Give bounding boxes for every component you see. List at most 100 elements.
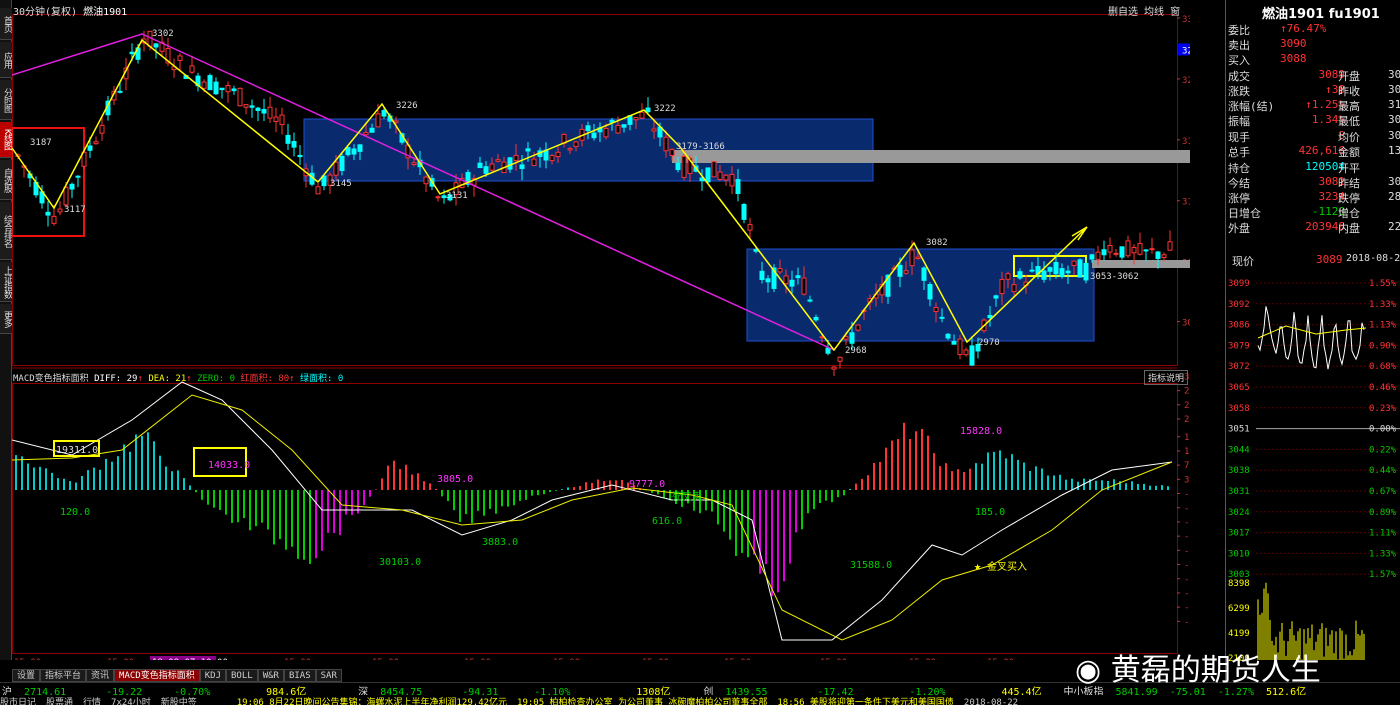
candle <box>813 316 819 321</box>
left-tab-7[interactable]: 更多 <box>0 304 12 334</box>
news-item-8[interactable]: 2018-08-22 <box>964 698 1018 705</box>
left-tab-6[interactable]: 上证指数 <box>0 262 12 302</box>
candle <box>837 356 843 362</box>
candle <box>651 128 657 132</box>
quote-cell: 昨收 <box>1338 85 1360 98</box>
left-tab-0[interactable]: 首页 <box>0 8 12 40</box>
mini-left-tick: 3017 <box>1228 529 1250 539</box>
mini-right-tick: 0.89% <box>1369 508 1397 518</box>
candle <box>69 183 75 190</box>
current-price: 3089 <box>1316 253 1343 266</box>
bottom-tab-7[interactable]: BIAS <box>283 669 316 682</box>
left-tab-5[interactable]: 综合排名 <box>0 202 12 260</box>
news-item-6[interactable]: 19:05 柏柏检查办公室 为公司董事 冰碗魔柏柏公司董事全部 <box>517 698 767 705</box>
candle <box>831 366 837 370</box>
bottom-tab-6[interactable]: W&R <box>257 669 284 682</box>
candle <box>783 275 789 285</box>
bottom-tab-0[interactable]: 设置 <box>12 669 41 682</box>
mini-left-tick: 3065 <box>1228 383 1250 393</box>
news-item-4[interactable]: 新股中签 <box>161 698 197 705</box>
candle <box>1143 249 1149 252</box>
bottom-tab-1[interactable]: 指标平台 <box>40 669 87 682</box>
news-item-2[interactable]: 行情 <box>83 698 101 705</box>
mini-left-tick: 3058 <box>1228 404 1250 414</box>
price-tick: 3259 <box>1182 76 1190 86</box>
candle <box>1155 251 1161 259</box>
intraday-mini-chart[interactable]: 3099 3092 3086 3079 3072 3065 3058 3051 3044 3038… <box>1226 268 1400 688</box>
bottom-tab-2[interactable]: 资讯 <box>86 669 115 682</box>
candle <box>729 173 735 187</box>
macd-tick: -1 <box>1184 490 1190 500</box>
candle <box>807 299 813 302</box>
candle <box>681 155 687 178</box>
quote-cell: 持仓 <box>1228 162 1250 175</box>
peak-label: 3226 <box>396 101 418 111</box>
mini-avg-line <box>1257 325 1367 339</box>
candle <box>777 268 783 273</box>
quote-cell: 卖出 <box>1228 39 1250 52</box>
news-item-7[interactable]: 18:56 美股将迎第一条件下美元和美国国债 <box>777 698 954 705</box>
left-tab-4[interactable]: 自选股 <box>0 160 12 200</box>
candle <box>291 141 297 148</box>
left-tab-3[interactable]: K线图 <box>0 122 12 158</box>
news-item-0[interactable]: 股市日记 <box>0 698 36 705</box>
candle <box>801 277 807 295</box>
quote-cell: 涨幅(结) <box>1228 100 1275 113</box>
bottom-tab-3[interactable]: MACD变色指标面积 <box>114 669 200 682</box>
bottom-tab-8[interactable]: SAR <box>315 669 342 682</box>
candle <box>177 55 183 61</box>
left-tab-1[interactable]: 应用 <box>0 42 12 78</box>
mini-left-tick: 3099 <box>1228 279 1250 289</box>
mini-left-tick: 3086 <box>1228 321 1250 331</box>
area-value: 19311.0 <box>56 445 98 456</box>
area-value: 616.0 <box>652 516 682 527</box>
kline-chart[interactable]: 3321328932593197313530733012 31873302322… <box>11 0 1204 668</box>
candle <box>531 158 537 166</box>
zone-label: 3053-3062 <box>1090 272 1139 282</box>
window-button[interactable]: 窗 <box>1170 7 1180 18</box>
candle <box>723 174 729 181</box>
macd-tick: -21 <box>1184 561 1190 571</box>
mini-left-tick: 8398 <box>1228 579 1250 589</box>
news-item-1[interactable]: 股票通 <box>46 698 73 705</box>
area-value: 3883.0 <box>482 537 518 548</box>
macd-tick: -29 <box>1184 589 1190 599</box>
left-tab-2[interactable]: 分时图 <box>0 80 12 120</box>
bottom-tab-5[interactable]: BOLL <box>226 669 258 682</box>
time-tick: 15:00 <box>372 658 399 660</box>
price-tick: 3012 <box>1182 319 1190 329</box>
candle <box>1053 262 1059 275</box>
chart-area[interactable]: 3321328932593197313530733012 31873302322… <box>11 0 1204 668</box>
news-item-3[interactable]: 7x24小时 <box>111 698 151 705</box>
mini-right-tick: 1.55% <box>1369 279 1397 289</box>
quote-cell: ↑76.47% <box>1280 22 1327 35</box>
price-tick: 3321 <box>1182 15 1190 25</box>
bottom-tab-4[interactable]: KDJ <box>199 669 226 682</box>
candle <box>999 278 1005 295</box>
quote-cell: 30 <box>1388 175 1400 188</box>
candle <box>1125 240 1131 257</box>
quote-cell: 最低 <box>1338 115 1360 128</box>
candle <box>663 136 669 152</box>
candle <box>933 306 939 313</box>
ma-button[interactable]: 均线 <box>1144 7 1164 18</box>
candle <box>735 179 741 194</box>
area-value: 15828.0 <box>960 426 1002 437</box>
quote-cell: 30 <box>1388 129 1400 142</box>
remove-watch-button[interactable]: 删自选 <box>1108 7 1138 18</box>
news-item-5[interactable]: 19:06 8月22日晚间公告集锦：海螺水泥上半年净利润129.42亿元 <box>237 698 507 705</box>
news-ticker[interactable]: 股市日记 股票通 行情 7x24小时 新股中签 19:06 8月22日晚间公告集锦：海螺水… <box>0 695 1400 705</box>
candle <box>63 186 69 206</box>
indicator-help-button[interactable]: 指标说明 <box>1144 370 1189 385</box>
candle <box>1137 242 1143 255</box>
candle <box>1119 246 1125 258</box>
candle <box>345 147 351 156</box>
time-tick: 15:00 <box>820 658 847 660</box>
quote-cell: 31 <box>1388 98 1400 111</box>
candle <box>1167 241 1173 251</box>
candle <box>231 88 237 92</box>
macd-tick: 28 <box>1184 387 1190 397</box>
candle <box>483 166 489 174</box>
resistance-band-1 <box>672 150 1190 163</box>
mini-left-tick: 3079 <box>1228 341 1250 351</box>
